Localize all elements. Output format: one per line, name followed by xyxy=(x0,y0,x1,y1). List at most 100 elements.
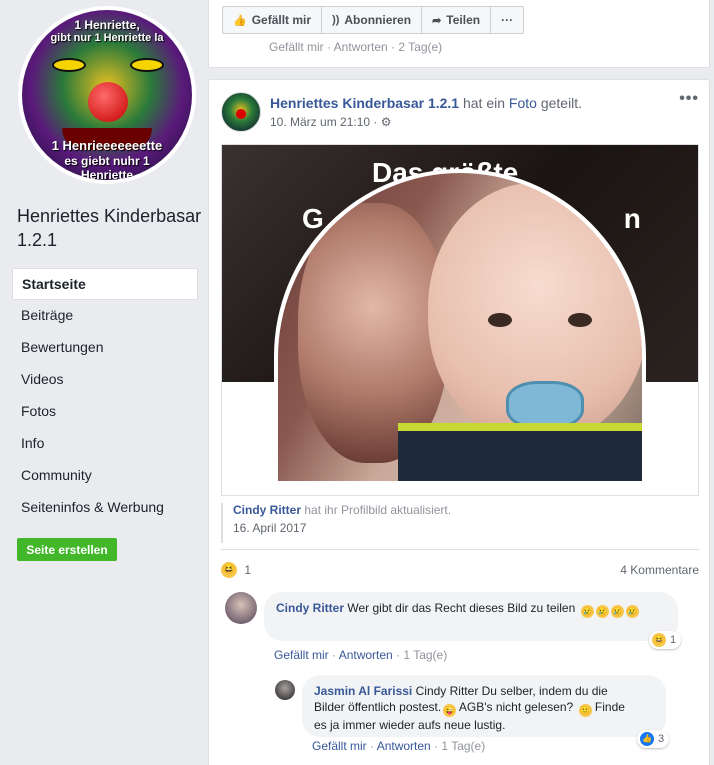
page-avatar[interactable]: 1 Henriette, gibt nur 1 Henriette la 1 H… xyxy=(18,6,196,184)
comment: Cindy Ritter Wer gibt dir das Recht dies… xyxy=(225,592,705,662)
comment-reaction-badge[interactable]: 👍 3 xyxy=(637,730,670,748)
photo-link[interactable]: Foto xyxy=(509,95,537,111)
nav-item-info[interactable]: Info xyxy=(12,428,198,460)
avatar-nose xyxy=(236,109,246,119)
comment-text: Wer gibt dir das Recht dieses Bild zu te… xyxy=(347,601,576,615)
comment-actions: Gefällt mir · Antworten · 1 Tag(e) xyxy=(274,648,448,662)
thumbs-up-icon: 👍 xyxy=(233,14,247,27)
comment-reaction-count: 3 xyxy=(658,733,665,745)
crying-emoji-icon: 😢 xyxy=(595,605,609,618)
page-title[interactable]: Henriettes Kinderbasar 1.2.1 xyxy=(17,204,202,252)
comment-like-link[interactable]: Gefällt mir xyxy=(274,648,329,662)
avatar-overlay-text: 1 Henriette, xyxy=(74,18,140,32)
reply-line-3: es ja immer wieder aufs neue lustig. xyxy=(314,718,506,732)
share-arrow-icon: ➦ xyxy=(432,14,442,27)
reply-line-1: Jasmin Al Farissi Cindy Ritter Du selber… xyxy=(314,683,654,699)
page-actions-card: 👍 Gefällt mir )) Abonnieren ➦ Teilen ···… xyxy=(208,0,710,68)
nav-item-fotos[interactable]: Fotos xyxy=(12,396,198,428)
crying-emoji-icon: 😢 xyxy=(580,605,594,618)
shared-attribution-line: Cindy Ritter hat ihr Profilbild aktualis… xyxy=(233,503,699,517)
laugh-reaction-icon: 😆 xyxy=(652,633,666,647)
share-button[interactable]: ➦ Teilen xyxy=(422,7,492,33)
like-page-button[interactable]: 👍 Gefällt mir xyxy=(223,7,323,33)
follow-label: Abonnieren xyxy=(344,13,412,27)
gear-icon[interactable]: ⚙ xyxy=(381,115,392,129)
baby-eye-right xyxy=(568,313,592,327)
avatar-overlay-text: Henriette xyxy=(80,168,133,180)
commenter-name[interactable]: Jasmin Al Farissi xyxy=(314,684,412,698)
baby-shirt xyxy=(398,423,642,481)
like-label: Gefällt mir xyxy=(251,13,312,27)
commenter-avatar[interactable] xyxy=(225,592,257,624)
clown-avatar-image: 1 Henriette, gibt nur 1 Henriette la 1 H… xyxy=(22,10,192,180)
comment-reply-link[interactable]: Antworten xyxy=(377,739,431,753)
post-date[interactable]: 10. März um 21:10 · xyxy=(270,115,377,129)
crying-emoji-icon: 😢 xyxy=(610,605,624,618)
laugh-reaction-icon[interactable]: 😆 xyxy=(221,562,237,578)
comment-actions: Gefällt mir · Antworten · 1 Tag(e) xyxy=(312,739,486,753)
smile-emoji-icon: 🙂 xyxy=(578,704,592,717)
share-label: Teilen xyxy=(446,13,481,27)
like-reaction-icon: 👍 xyxy=(640,732,654,746)
cover-text-left: G xyxy=(302,203,324,234)
crying-emoji-icon: 😢 xyxy=(625,605,639,618)
nav-item-videos[interactable]: Videos xyxy=(12,364,198,396)
laughing-emoji-icon: 😜 xyxy=(443,704,457,717)
avatar-nose xyxy=(88,82,128,122)
comment-reply-link[interactable]: Antworten xyxy=(339,648,393,662)
nav-item-beitraege[interactable]: Beiträge xyxy=(12,300,198,332)
avatar-overlay-text: es giebt nuhr 1 xyxy=(64,154,150,168)
feed-post: Henriettes Kinderbasar 1.2.1 hat ein Fot… xyxy=(208,79,710,765)
more-options-button[interactable]: ··· xyxy=(491,7,523,33)
comment-bubble: Jasmin Al Farissi Cindy Ritter Du selber… xyxy=(302,675,666,737)
nav-item-community[interactable]: Community xyxy=(12,460,198,492)
reply-line-2: Bilder öffentlich postest. 😜 AGB's nicht … xyxy=(314,699,654,717)
comment-reaction-count: 1 xyxy=(670,634,677,646)
create-page-button[interactable]: Seite erstellen xyxy=(17,538,117,561)
reaction-summary: 😆 1 4 Kommentare xyxy=(221,562,699,580)
cover-text-right: n xyxy=(623,203,641,234)
profile-picture xyxy=(278,173,642,481)
shared-user-link[interactable]: Cindy Ritter xyxy=(233,503,301,517)
reply-text: Finde xyxy=(594,700,625,714)
comment-like-link[interactable]: Gefällt mir xyxy=(312,739,367,753)
comments-count[interactable]: 4 Kommentare xyxy=(620,563,699,577)
nav-item-startseite[interactable]: Startseite xyxy=(12,268,198,300)
post-action-suffix: geteilt. xyxy=(540,95,583,111)
post-more-button[interactable]: ••• xyxy=(679,90,699,108)
comment-time[interactable]: 1 Tag(e) xyxy=(403,648,447,662)
post-timestamp: 10. März um 21:10 · ⚙ xyxy=(270,115,392,129)
rss-icon: )) xyxy=(332,14,340,26)
shared-action: hat ihr Profilbild aktualisiert. xyxy=(304,503,452,517)
divider xyxy=(221,549,699,550)
comment-bubble: Cindy Ritter Wer gibt dir das Recht dies… xyxy=(264,592,678,641)
baby-face xyxy=(428,183,642,443)
avatar-eye-left xyxy=(52,58,86,72)
nav-item-bewertungen[interactable]: Bewertungen xyxy=(12,332,198,364)
post-header: Henriettes Kinderbasar 1.2.1 hat ein Fot… xyxy=(270,95,582,111)
comment-time[interactable]: 1 Tag(e) xyxy=(441,739,485,753)
reply-text: AGB's nicht gelesen? xyxy=(458,700,574,714)
nav-item-seiteninfos[interactable]: Seiteninfos & Werbung xyxy=(12,492,198,524)
commenter-avatar[interactable] xyxy=(275,680,295,700)
main-feed: 👍 Gefällt mir )) Abonnieren ➦ Teilen ···… xyxy=(208,0,714,765)
post-author-link[interactable]: Henriettes Kinderbasar 1.2.1 xyxy=(270,95,459,111)
avatar-overlay-text: gibt nur 1 Henriette la xyxy=(50,32,164,44)
post-action-prefix: hat ein xyxy=(462,95,506,111)
avatar-overlay-text: 1 Henrieeeeeeette xyxy=(51,138,163,153)
reaction-count[interactable]: 1 xyxy=(244,563,251,577)
shared-attribution: Cindy Ritter hat ihr Profilbild aktualis… xyxy=(221,503,699,543)
comment-reaction-badge[interactable]: 😆 1 xyxy=(649,631,682,649)
post-author-avatar[interactable] xyxy=(221,92,261,132)
shared-date[interactable]: 16. April 2017 xyxy=(233,521,699,535)
sidebar: 1 Henriette, gibt nur 1 Henriette la 1 H… xyxy=(0,0,208,765)
pacifier xyxy=(506,381,584,429)
avatar-eye-right xyxy=(130,58,164,72)
more-dots-icon: ··· xyxy=(501,13,514,27)
reply-text: Bilder öffentlich postest. xyxy=(314,700,442,714)
reply-text: Cindy Ritter Du selber, indem du die xyxy=(415,684,608,698)
follow-button[interactable]: )) Abonnieren xyxy=(322,7,423,33)
previous-comment-actions: Gefällt mir · Antworten · 2 Tag(e) xyxy=(269,40,443,54)
shared-photo[interactable]: Das größte Gn xyxy=(221,144,699,496)
commenter-name[interactable]: Cindy Ritter xyxy=(276,601,344,615)
